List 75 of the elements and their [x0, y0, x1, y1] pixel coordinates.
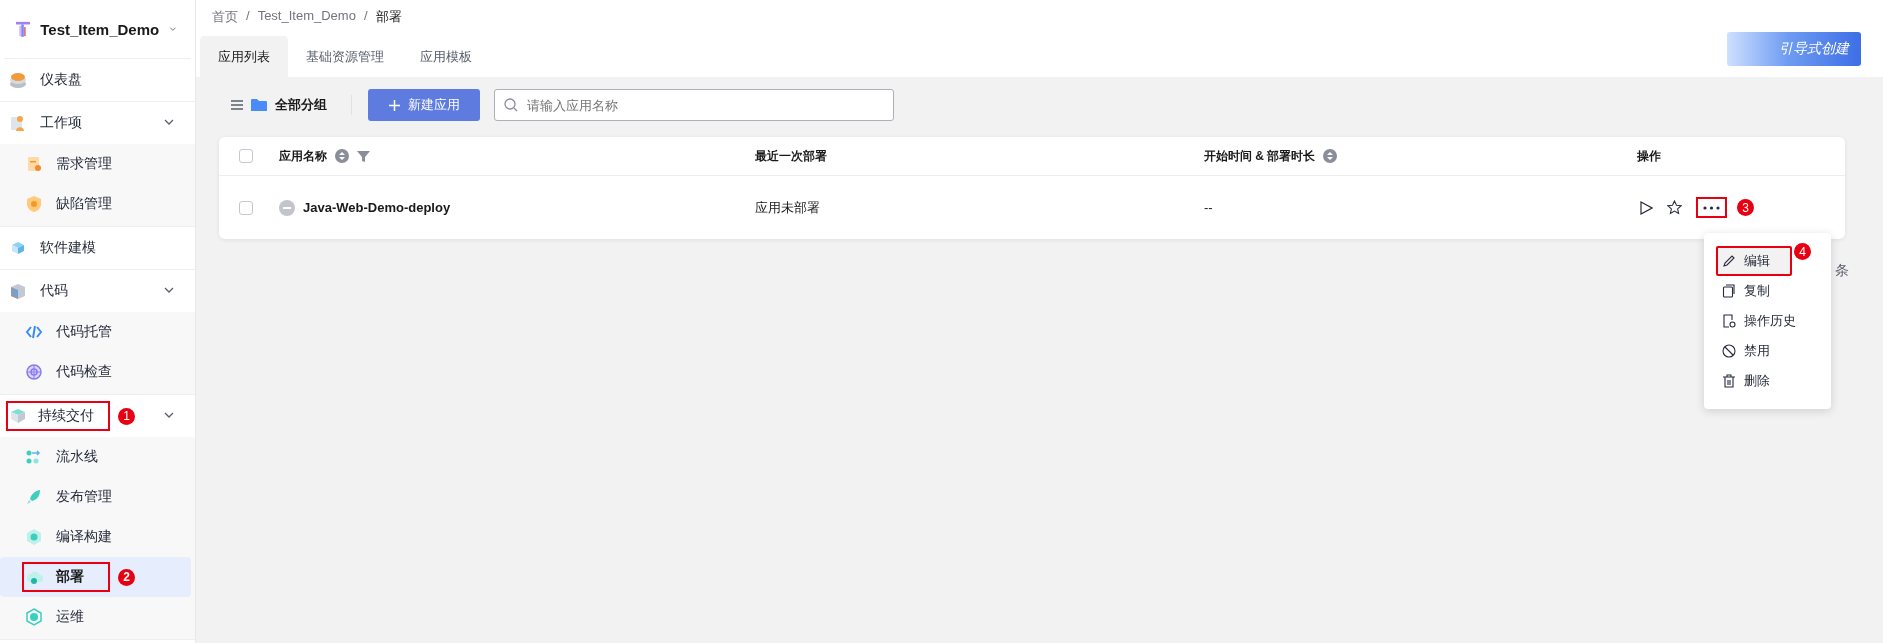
column-header: 应用名称 [279, 147, 327, 165]
copy-icon [1722, 284, 1736, 298]
sidebar-item[interactable]: 部署 2 [0, 557, 191, 597]
menu-label: 需求管理 [56, 155, 112, 173]
table-cell-text: -- [1204, 200, 1214, 215]
menu-icon [231, 100, 243, 110]
more-button[interactable] [1696, 197, 1727, 218]
breadcrumb-separator: / [246, 8, 250, 25]
play-icon[interactable] [1637, 198, 1655, 217]
menu-label: 工作项 [40, 114, 82, 132]
sidebar-item[interactable]: 代码检查 [0, 352, 191, 392]
menu-label: 软件建模 [40, 239, 96, 257]
menu-label: 代码 [40, 282, 68, 300]
new-app-button[interactable]: 新建应用 [368, 89, 480, 121]
tab[interactable]: 基础资源管理 [288, 36, 402, 77]
app-name[interactable]: Java-Web-Demo-deploy [303, 200, 451, 215]
menu-item[interactable]: 复制 [1716, 276, 1819, 306]
plus-icon [388, 99, 400, 111]
sidebar-item[interactable]: 缺陷管理 [0, 184, 191, 224]
pencil-icon [1722, 254, 1736, 268]
sort-icon[interactable] [1323, 149, 1338, 163]
menu-label: 代码检查 [56, 363, 112, 381]
trash-icon [1722, 374, 1736, 388]
box-icon [8, 281, 28, 301]
menu-label: 流水线 [56, 448, 98, 466]
menu-label: 发布管理 [56, 488, 112, 506]
document-clock-icon [1722, 314, 1736, 328]
menu-label: 缺陷管理 [56, 195, 112, 213]
more-icon [1703, 205, 1720, 210]
sort-icon[interactable] [335, 149, 349, 163]
tab[interactable]: 应用列表 [200, 36, 288, 77]
hexagon-icon [24, 527, 44, 547]
sidebar-item[interactable]: 流水线 [0, 437, 191, 477]
star-icon[interactable] [1665, 198, 1684, 217]
sidebar-item[interactable]: 运维 [0, 597, 191, 637]
breadcrumb-link[interactable]: Test_Item_Demo [257, 8, 356, 30]
breadcrumb-link[interactable]: 首页 [212, 8, 238, 30]
menu-item[interactable]: 禁用 [1716, 336, 1819, 366]
shield-icon [24, 194, 44, 214]
tab[interactable]: 应用模板 [402, 36, 490, 77]
menu-label: 编译构建 [56, 528, 112, 546]
column-header: 操作 [1637, 147, 1661, 165]
menu-label: 持续交付 [38, 407, 94, 425]
menu-label: 仪表盘 [40, 71, 82, 89]
package-icon [8, 406, 28, 426]
table-cell-text: 应用未部署 [755, 198, 821, 217]
menu-label: 部署 [56, 568, 84, 586]
checkbox[interactable] [239, 149, 253, 163]
group-selector[interactable]: 全部分组 [219, 96, 339, 114]
search-field[interactable]: 请输入应用名称 [494, 89, 894, 121]
callout-badge: 4 [1794, 243, 1811, 260]
project-name[interactable]: Test_Item_Demo [40, 20, 160, 38]
pagination-text: 条 [1835, 262, 1849, 280]
callout-badge: 3 [1737, 199, 1754, 216]
disc-stack-icon [8, 70, 28, 90]
callout-badge: 1 [118, 407, 135, 425]
target-icon [24, 362, 44, 382]
sidebar-item[interactable]: 编译构建 [0, 517, 191, 557]
checkbox[interactable] [239, 200, 253, 215]
prohibited-icon [1722, 344, 1736, 358]
sidebar-item[interactable]: 发布管理 [0, 477, 191, 517]
column-header: 最近一次部署 [755, 147, 827, 165]
sidebar-item[interactable]: 代码托管 [0, 312, 191, 352]
breadcrumb-separator: / [363, 8, 368, 25]
column-header: 开始时间 & 部署时长 [1204, 147, 1316, 165]
minus-circle-icon [279, 199, 295, 216]
menu-item[interactable]: 删除 [1716, 366, 1819, 396]
sidebar-item[interactable]: 需求管理 [0, 144, 191, 184]
callout-badge: 2 [118, 568, 135, 586]
menu-item[interactable]: 操作历史 [1716, 306, 1819, 336]
filter-icon[interactable] [357, 149, 370, 163]
menu-label: 代码托管 [56, 323, 112, 341]
breadcrumb-current: 部署 [375, 8, 402, 26]
menu-label: 运维 [56, 608, 84, 626]
folder-icon [251, 98, 267, 112]
